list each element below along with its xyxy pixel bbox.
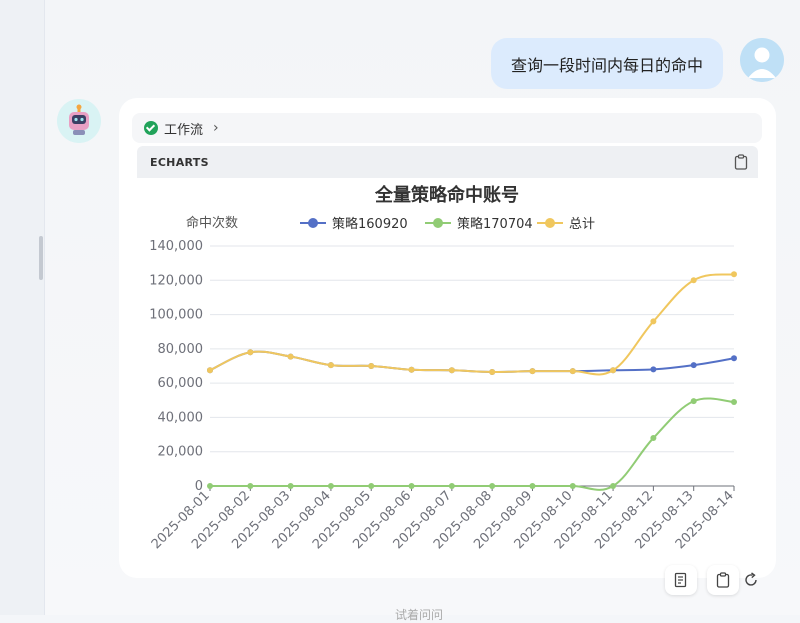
- y-tick-labels: 020,00040,00060,00080,000100,000120,0001…: [149, 239, 203, 494]
- clipboard-icon[interactable]: [734, 154, 748, 170]
- chart-legend[interactable]: 策略160920 策略170704 总计: [300, 216, 595, 232]
- data-point[interactable]: [731, 271, 737, 278]
- series-1: [207, 397, 737, 491]
- data-point[interactable]: [448, 367, 455, 374]
- data-point[interactable]: [690, 362, 697, 369]
- data-point[interactable]: [408, 366, 415, 373]
- y-tick-label: 120,000: [149, 273, 203, 288]
- series-line: [209, 273, 735, 376]
- data-point[interactable]: [207, 367, 213, 374]
- user-message-bubble: 查询一段时间内每日的命中: [491, 38, 723, 89]
- legend-swatch-marker: [433, 218, 443, 228]
- user-message-text: 查询一段时间内每日的命中: [510, 55, 703, 75]
- data-point[interactable]: [408, 483, 415, 489]
- data-point[interactable]: [569, 368, 576, 375]
- sidebar-resize-handle[interactable]: [39, 236, 43, 280]
- document-icon: [674, 572, 687, 588]
- data-point[interactable]: [731, 399, 737, 405]
- y-tick-label: 100,000: [149, 308, 203, 323]
- data-point[interactable]: [448, 483, 455, 489]
- user-avatar: [740, 38, 784, 82]
- report-button[interactable]: [665, 565, 697, 595]
- grid-lines: [210, 245, 734, 487]
- data-point[interactable]: [610, 367, 617, 374]
- left-sidebar: [0, 0, 45, 615]
- refresh-icon: [745, 572, 757, 586]
- data-point[interactable]: [287, 483, 294, 489]
- chart-title: 全量策略命中账号: [374, 184, 519, 206]
- data-point[interactable]: [207, 483, 213, 489]
- y-tick-label: 140,000: [149, 239, 203, 254]
- legend-label: 总计: [569, 217, 595, 232]
- chart-panel-title: ECHARTS: [150, 155, 209, 169]
- legend-swatch-marker: [308, 218, 318, 228]
- user-avatar-icon: [740, 38, 784, 82]
- legend-swatch-marker: [545, 218, 555, 228]
- x-axis: 2025-08-012025-08-022025-08-032025-08-04…: [149, 486, 737, 552]
- series-lines: [207, 271, 737, 491]
- data-point[interactable]: [247, 349, 254, 356]
- data-point[interactable]: [690, 398, 697, 405]
- data-point[interactable]: [529, 483, 536, 489]
- data-point[interactable]: [610, 483, 617, 489]
- data-point[interactable]: [368, 483, 375, 489]
- series-2: [207, 271, 737, 376]
- series-line: [209, 397, 735, 491]
- legend-item[interactable]: 总计: [537, 217, 595, 232]
- workflow-toggle[interactable]: 工作流 ›: [132, 113, 762, 143]
- line-chart: 全量策略命中账号 命中次数 020,00040,00060,00080,0001…: [149, 184, 737, 552]
- data-point[interactable]: [529, 368, 536, 375]
- clipboard-icon: [716, 572, 730, 588]
- legend-label: 策略170704: [457, 216, 533, 232]
- legend-label: 策略160920: [332, 216, 408, 232]
- robot-icon: [57, 99, 101, 143]
- data-point[interactable]: [327, 362, 334, 369]
- workflow-label: 工作流: [164, 122, 204, 138]
- y-tick-label: 60,000: [158, 376, 204, 391]
- data-point[interactable]: [650, 435, 657, 441]
- data-point[interactable]: [731, 355, 737, 362]
- y-axis-label: 命中次数: [186, 215, 238, 231]
- data-point[interactable]: [489, 369, 496, 375]
- legend-item[interactable]: 策略170704: [425, 216, 533, 232]
- data-point[interactable]: [650, 366, 657, 373]
- regenerate-button[interactable]: [735, 565, 767, 595]
- data-point[interactable]: [287, 353, 294, 360]
- assistant-avatar: [57, 99, 101, 143]
- data-point[interactable]: [489, 483, 496, 489]
- y-tick-label: 80,000: [158, 342, 204, 357]
- data-point[interactable]: [650, 318, 657, 325]
- check-circle-icon: [144, 121, 158, 135]
- chart-panel-header: ECHARTS: [137, 146, 758, 178]
- legend-item[interactable]: 策略160920: [300, 216, 408, 232]
- y-tick-label: 20,000: [158, 445, 204, 460]
- data-point[interactable]: [327, 483, 334, 489]
- chevron-right-icon: ›: [213, 120, 219, 136]
- data-point[interactable]: [368, 363, 375, 369]
- y-tick-label: 40,000: [158, 410, 204, 425]
- data-point[interactable]: [690, 277, 697, 284]
- data-point[interactable]: [247, 483, 254, 489]
- data-point[interactable]: [569, 483, 576, 489]
